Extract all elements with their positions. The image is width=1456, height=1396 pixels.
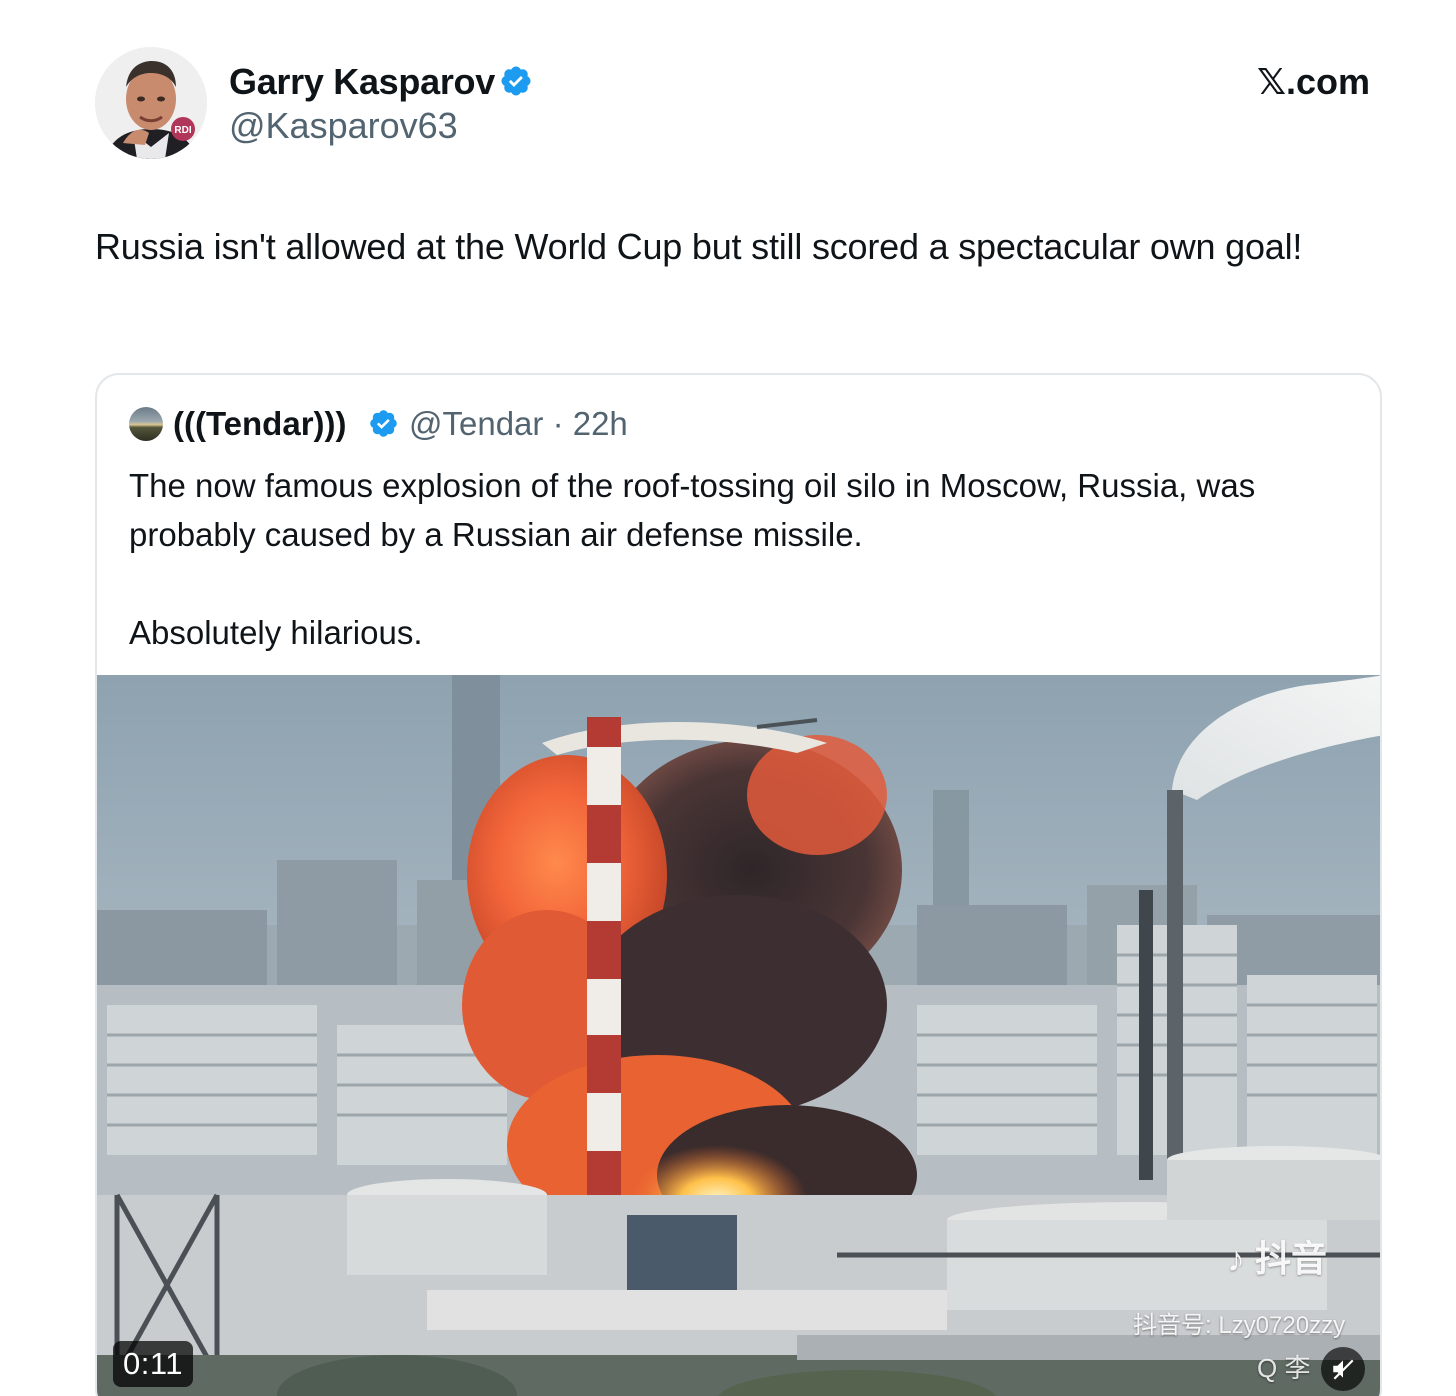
quote-avatar[interactable] [129, 407, 163, 441]
video-duration-badge: 0:11 [113, 1341, 194, 1387]
douyin-search-watermark: Q 李 [1257, 1353, 1311, 1383]
douyin-account-id: 抖音号: Lzy0720zzy [1133, 1312, 1346, 1339]
quote-author-name[interactable]: (((Tendar))) [173, 403, 347, 445]
tweet-screenshot: RDI Garry Kasparov @Kasparov63 𝕏.com Rus… [0, 0, 1456, 1396]
tweet-text: Russia isn't allowed at the World Cup bu… [95, 226, 1303, 267]
author-handle[interactable]: @Kasparov63 [229, 104, 458, 148]
avatar-badge-text: RDI [174, 125, 191, 136]
x-brand-logo: 𝕏.com [1256, 61, 1370, 102]
verified-badge-icon [501, 66, 531, 96]
video-frame-explosion [97, 675, 1380, 1396]
author-portrait-icon: RDI [95, 47, 207, 159]
quote-verified-badge-icon [370, 410, 397, 437]
mute-button[interactable] [1321, 1347, 1365, 1391]
quoted-tweet-card[interactable]: (((Tendar))) @Tendar · 22h The now famou… [95, 373, 1382, 1396]
tiktok-note-icon: ♪ [1227, 1238, 1245, 1279]
quote-handle-timestamp[interactable]: @Tendar · 22h [409, 403, 628, 445]
douyin-watermark: ♪ 抖音 [1227, 1237, 1327, 1281]
quote-text: The now famous explosion of the roof-tos… [129, 467, 1256, 651]
speaker-muted-icon [1333, 1359, 1354, 1380]
video-player[interactable]: ♪ 抖音 抖音号: Lzy0720zzy Q 李 0:11 [97, 675, 1380, 1396]
author-avatar[interactable]: RDI [95, 47, 207, 159]
author-name[interactable]: Garry Kasparov [229, 60, 495, 104]
douyin-watermark-text: 抖音 [1255, 1238, 1328, 1279]
